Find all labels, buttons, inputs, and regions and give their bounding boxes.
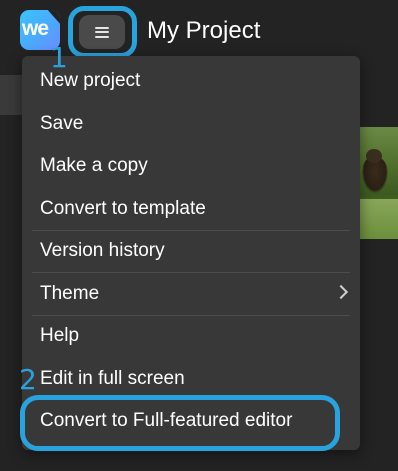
menu-divider: [32, 230, 350, 231]
menu-item-convert-to-template[interactable]: Convert to template: [40, 195, 346, 223]
menu-divider: [32, 315, 350, 316]
main-menu-button[interactable]: [79, 15, 125, 49]
menu-item-make-a-copy[interactable]: Make a copy: [40, 152, 346, 180]
menu-item-label: Convert to template: [40, 198, 206, 219]
menu-item-save[interactable]: Save: [40, 110, 346, 138]
menu-item-help[interactable]: Help: [40, 322, 346, 350]
menu-item-label: Edit in full screen: [40, 368, 185, 389]
menu-item-label: Version history: [40, 240, 165, 261]
step2-highlight-ring: [20, 395, 340, 451]
menu-item-label: Help: [40, 325, 80, 346]
logo-corner: [46, 10, 60, 26]
chevron-right-icon: [333, 284, 349, 300]
menu-item-edit-in-full-screen[interactable]: Edit in full screen: [40, 365, 346, 393]
background-panel: [0, 75, 22, 115]
step-number-1: 1: [50, 41, 68, 74]
menu-item-new-project[interactable]: New project: [40, 67, 346, 95]
menu-item-label: Save: [40, 113, 84, 134]
menu-item-theme[interactable]: Theme: [40, 280, 349, 308]
menu-item-version-history[interactable]: Version history: [40, 237, 346, 265]
app-screen: we My Project New project Save Make a co…: [0, 0, 398, 471]
thumbnail-bear-head: [366, 149, 382, 163]
menu-item-label: Theme: [40, 283, 100, 304]
menu-item-label: Make a copy: [40, 155, 148, 176]
step-number-2: 2: [19, 363, 37, 396]
project-title[interactable]: My Project: [147, 17, 260, 45]
main-menu-dropdown: New project Save Make a copy Convert to …: [22, 56, 360, 450]
hamburger-menu-icon: [95, 26, 109, 38]
menu-divider: [32, 272, 350, 273]
